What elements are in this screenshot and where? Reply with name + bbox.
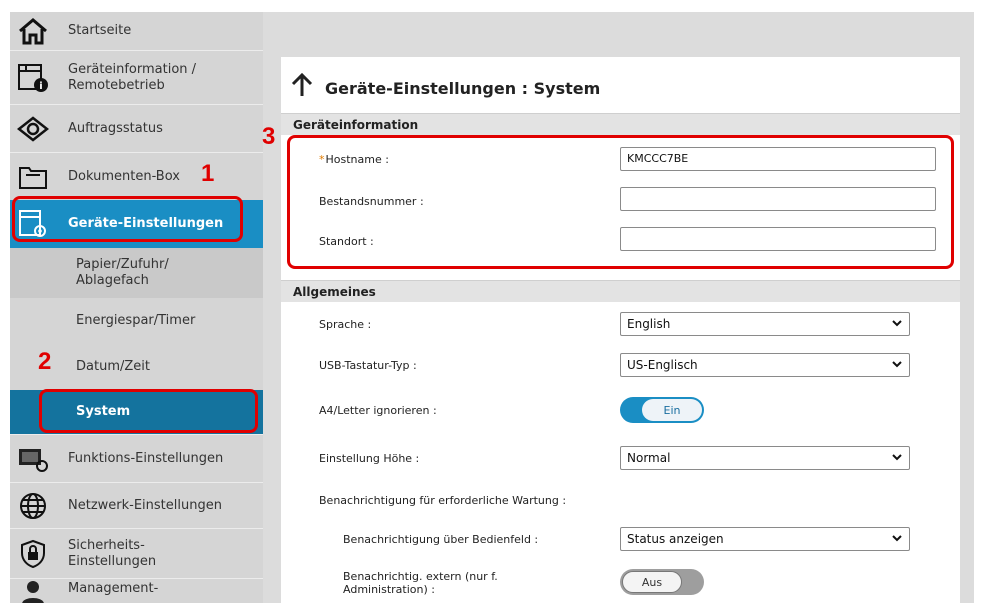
callout-number-2: 2 xyxy=(38,348,52,375)
sidebar-item-label: Funktions-Einstellungen xyxy=(68,450,224,466)
chevron-down-icon xyxy=(892,320,902,327)
panel-notification-select[interactable]: Status anzeigen xyxy=(620,527,910,551)
sidebar-item-label: Netzwerk-Einstellungen xyxy=(68,497,222,513)
highlight-device-info xyxy=(287,135,954,269)
row-extern: Benachrichtig. extern (nur f. Administra… xyxy=(281,563,960,603)
external-notification-toggle-value: Aus xyxy=(622,571,682,593)
row-einstellung-hoehe: Einstellung Höhe : Normal xyxy=(281,442,960,474)
sidebar-item-netzwerk-einstellungen[interactable]: Netzwerk-Einstellungen xyxy=(10,482,263,528)
language-select[interactable]: English xyxy=(620,312,910,336)
usb-keyboard-value: US-Englisch xyxy=(627,358,698,372)
usb-keyboard-select[interactable]: US-Englisch xyxy=(620,353,910,377)
chevron-down-icon xyxy=(892,361,902,368)
home-icon xyxy=(16,14,50,48)
shield-lock-icon xyxy=(16,537,50,571)
sidebar-item-label: Sicherheits- Einstellungen xyxy=(68,537,157,569)
sidebar-item-label: Startseite xyxy=(68,23,132,38)
external-notification-label-line2: Administration) : xyxy=(343,583,435,596)
row-wartung: Benachrichtigung für erforderliche Wartu… xyxy=(281,484,960,516)
altitude-value: Normal xyxy=(627,451,671,465)
sidebar-item-label: Datum/Zeit xyxy=(76,359,150,374)
svg-text:i: i xyxy=(39,81,42,92)
globe-icon xyxy=(16,489,50,523)
row-a4-letter: A4/Letter ignorieren : Ein xyxy=(281,394,960,426)
callout-number-1: 1 xyxy=(201,160,215,187)
maintenance-label: Benachrichtigung für erforderliche Wartu… xyxy=(319,493,567,507)
a4-letter-label: A4/Letter ignorieren : xyxy=(319,403,437,417)
sidebar: Startseite i Geräteinformation / Remoteb… xyxy=(10,12,263,603)
chevron-down-icon xyxy=(892,535,902,542)
sidebar-item-funktions-einstellungen[interactable]: Funktions-Einstellungen xyxy=(10,434,263,482)
highlight-system xyxy=(39,389,258,433)
sidebar-item-management[interactable]: Management- xyxy=(10,578,263,603)
callout-number-3: 3 xyxy=(262,123,276,150)
row-bedienfeld: Benachrichtigung über Bedienfeld : Statu… xyxy=(281,523,960,555)
sidebar-item-auftragsstatus[interactable]: Auftragsstatus xyxy=(10,104,263,152)
row-usb-tastatur: USB-Tastatur-Typ : US-Englisch xyxy=(281,349,960,381)
top-strip xyxy=(0,0,1000,12)
up-arrow-icon[interactable] xyxy=(291,72,313,103)
external-notification-toggle[interactable]: Aus xyxy=(620,569,704,595)
sidebar-item-startseite[interactable]: Startseite xyxy=(10,12,263,50)
page-title-text: Geräte-Einstellungen : System xyxy=(325,78,601,98)
panel-notification-value: Status anzeigen xyxy=(627,532,724,546)
sidebar-item-sicherheits-einstellungen[interactable]: Sicherheits- Einstellungen xyxy=(10,528,263,578)
language-value: English xyxy=(627,317,671,331)
eye-icon xyxy=(16,112,50,146)
a4-letter-toggle-value: Ein xyxy=(642,399,702,421)
a4-letter-toggle[interactable]: Ein xyxy=(620,397,704,423)
device-info-icon: i xyxy=(16,61,50,95)
usb-keyboard-label: USB-Tastatur-Typ : xyxy=(319,358,417,372)
user-icon xyxy=(16,579,50,603)
section-header-allgemeines: Allgemeines xyxy=(281,280,960,302)
page-title: Geräte-Einstellungen : System xyxy=(291,71,600,105)
section-header-geraeteinformation: Geräteinformation xyxy=(281,113,960,135)
altitude-select[interactable]: Normal xyxy=(620,446,910,470)
sidebar-subitem-energiespar[interactable]: Energiespar/Timer xyxy=(10,298,263,344)
sidebar-item-label: Papier/Zufuhr/ Ablagefach xyxy=(76,257,169,288)
external-notification-label-line1: Benachrichtig. extern (nur f. xyxy=(343,570,498,583)
sidebar-item-label: Auftragsstatus xyxy=(68,120,163,136)
sidebar-item-label: Energiespar/Timer xyxy=(76,313,196,328)
language-label: Sprache : xyxy=(319,317,372,331)
external-notification-label: Benachrichtig. extern (nur f. Administra… xyxy=(343,563,498,603)
folder-icon xyxy=(16,160,50,194)
sidebar-item-geraeteinformation[interactable]: i Geräteinformation / Remotebetrieb xyxy=(10,50,263,104)
function-settings-icon xyxy=(16,442,50,476)
highlight-geraete-einstellungen xyxy=(12,196,243,242)
sidebar-item-label: Geräteinformation / Remotebetrieb xyxy=(68,61,197,93)
sidebar-item-dokumenten-box[interactable]: Dokumenten-Box xyxy=(10,152,263,200)
sidebar-item-label: Management- xyxy=(68,581,159,596)
altitude-label: Einstellung Höhe : xyxy=(319,451,420,465)
sidebar-item-label: Dokumenten-Box xyxy=(68,168,180,184)
panel-notification-label: Benachrichtigung über Bedienfeld : xyxy=(343,532,539,546)
row-sprache: Sprache : English xyxy=(281,308,960,340)
chevron-down-icon xyxy=(892,454,902,461)
sidebar-subitem-papier[interactable]: Papier/Zufuhr/ Ablagefach xyxy=(10,248,263,298)
